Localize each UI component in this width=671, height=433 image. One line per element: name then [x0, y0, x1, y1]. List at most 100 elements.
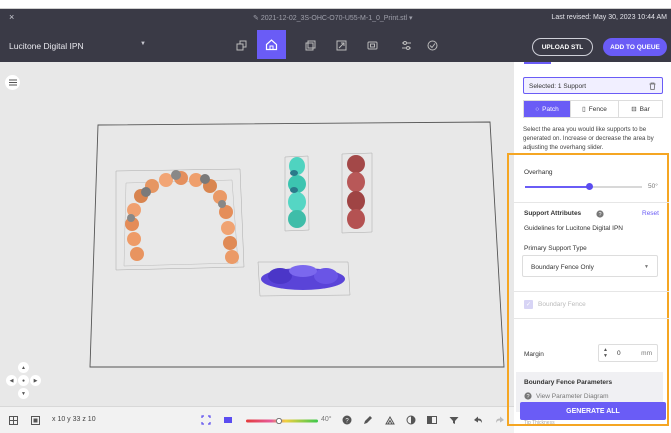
- svg-text:?: ?: [598, 212, 601, 218]
- tip-thickness-label: Tip Thickness: [524, 420, 555, 426]
- boundary-fence-label: Boundary Fence: [538, 301, 586, 308]
- view-navigation-pad[interactable]: ▲ ◀ ● ▶ ▼: [6, 362, 42, 402]
- support-attributes-heading: Support Attributes: [524, 210, 582, 217]
- help-button[interactable]: ?: [341, 414, 353, 426]
- generate-all-button[interactable]: GENERATE ALL: [520, 402, 666, 420]
- contrast-icon: [406, 415, 416, 425]
- help-icon: ?: [342, 415, 352, 425]
- overhang-gradient-slider[interactable]: [246, 418, 318, 424]
- support-tool-button[interactable]: [257, 30, 286, 59]
- edit-pencil-icon: ✎: [253, 15, 261, 22]
- scale-icon: [336, 40, 346, 50]
- trash-icon[interactable]: [649, 82, 656, 90]
- layer-icon: [224, 417, 232, 423]
- close-button[interactable]: ×: [9, 12, 14, 22]
- overhang-slider[interactable]: [525, 183, 642, 190]
- main-toolbar: Lucitone Digital IPN ▼ UPLOAD STL ADD TO…: [0, 26, 671, 62]
- pencil-icon: [364, 416, 372, 424]
- hollow-tool-button[interactable]: [361, 34, 383, 56]
- tab-patch[interactable]: ○ Patch: [524, 101, 570, 117]
- divider: [514, 202, 669, 203]
- chevron-down-icon: ▾: [407, 15, 413, 22]
- chevron-down-icon: ▼: [644, 264, 649, 270]
- undo-icon: [474, 416, 482, 423]
- fit-view-button[interactable]: [200, 414, 212, 426]
- svg-text:?: ?: [526, 394, 529, 400]
- title-bar: × ✎ 2021-12-02_3S-OHC-O70-U55-M-1_0_Prin…: [0, 9, 671, 26]
- layout-view-button[interactable]: [29, 414, 41, 426]
- stepper-arrows-icon[interactable]: ▲ ▼: [603, 347, 608, 359]
- menu-button[interactable]: [5, 75, 20, 90]
- margin-input[interactable]: ▲ ▼ 0 mm: [598, 344, 658, 362]
- chevron-down-icon[interactable]: ▼: [140, 41, 146, 47]
- viewport-bottom-bar: x 10 y 33 z 10 40° ?: [0, 406, 514, 433]
- check-circle-icon: [427, 40, 437, 50]
- orient-icon: [236, 40, 246, 50]
- info-icon[interactable]: ?: [596, 210, 604, 218]
- split-view-button[interactable]: [426, 414, 438, 426]
- copy-icon: [305, 40, 315, 50]
- app-window: × ✎ 2021-12-02_3S-OHC-O70-U55-M-1_0_Prin…: [0, 0, 671, 433]
- dental-arch-model: [125, 170, 239, 264]
- undo-button[interactable]: [472, 414, 484, 426]
- patch-icon: ○: [535, 105, 540, 113]
- funnel-icon: [449, 417, 459, 424]
- support-type-tabs: ○ Patch ▯ Fence ⊟ Bar: [523, 100, 663, 118]
- grid-view-button[interactable]: [7, 414, 19, 426]
- tab-bar[interactable]: ⊟ Bar: [618, 101, 662, 117]
- pan-right-button[interactable]: ▶: [30, 375, 41, 386]
- add-to-queue-button[interactable]: ADD TO QUEUE: [603, 38, 667, 56]
- fence-icon: ▯: [582, 106, 586, 113]
- tab-fence[interactable]: ▯ Fence: [570, 101, 618, 117]
- coordinates-readout: x 10 y 33 z 10: [52, 416, 96, 423]
- copy-tool-button[interactable]: [299, 34, 321, 56]
- help-icon: ?: [524, 392, 532, 400]
- teal-tooth-model: [288, 157, 306, 228]
- sliders-icon: [401, 40, 411, 50]
- check-tool-button[interactable]: [421, 34, 443, 56]
- help-text: Select the area you would like supports …: [523, 126, 654, 151]
- filter-button[interactable]: [448, 414, 460, 426]
- file-name[interactable]: ✎ 2021-12-02_3S-OHC-O70-U55-M-1_0_Print.…: [253, 14, 413, 22]
- pan-up-button[interactable]: ▲: [18, 362, 29, 373]
- guidelines-link[interactable]: Guidelines for Lucitone Digital IPN: [524, 225, 623, 232]
- 3d-viewport[interactable]: [0, 62, 514, 406]
- slider-fill: [525, 186, 590, 188]
- overhang-label: Overhang: [524, 169, 553, 176]
- split-view-icon: [427, 416, 437, 424]
- last-revised: Last revised: May 30, 2023 10:44 AM: [551, 14, 667, 21]
- scale-tool-button[interactable]: [330, 34, 352, 56]
- build-plate-scene: [89, 121, 505, 368]
- settings-sliders-button[interactable]: [395, 34, 417, 56]
- top-strip: [0, 0, 671, 9]
- divider: [514, 291, 669, 292]
- pencil-tool-button[interactable]: [362, 414, 374, 426]
- overhang-value: 50°: [648, 183, 658, 190]
- overhang-angle: 40°: [321, 416, 332, 423]
- pan-down-button[interactable]: ▼: [18, 388, 29, 399]
- view-parameter-diagram-link[interactable]: View Parameter Diagram: [536, 393, 609, 400]
- home-icon: [265, 39, 278, 51]
- pan-left-button[interactable]: ◀: [6, 375, 17, 386]
- hollow-icon: [367, 41, 377, 49]
- bfp-heading: Boundary Fence Parameters: [524, 379, 613, 386]
- upload-stl-button[interactable]: UPLOAD STL: [532, 38, 593, 56]
- orient-tool-button[interactable]: [230, 34, 252, 56]
- layer-view-button[interactable]: [222, 414, 234, 426]
- layout-icon: [30, 415, 40, 425]
- redo-button[interactable]: [494, 414, 506, 426]
- center-view-button[interactable]: ●: [18, 375, 29, 386]
- menu-icon: [8, 79, 17, 86]
- primary-support-type-select[interactable]: Boundary Fence Only ▼: [522, 255, 658, 277]
- contrast-toggle-button[interactable]: [405, 414, 417, 426]
- grid-icon: [8, 415, 18, 425]
- measure-tool-button[interactable]: [384, 414, 396, 426]
- redo-icon: [496, 416, 504, 423]
- material-select[interactable]: Lucitone Digital IPN: [9, 41, 84, 51]
- fit-view-icon: [201, 415, 211, 425]
- reset-link[interactable]: Reset: [642, 210, 659, 217]
- primary-support-type-label: Primary Support Type: [524, 245, 587, 252]
- selected-support-field[interactable]: Selected: 1 Support: [523, 77, 663, 94]
- triangle-ruler-icon: [385, 415, 395, 425]
- boundary-fence-checkbox[interactable]: ✓: [524, 300, 533, 309]
